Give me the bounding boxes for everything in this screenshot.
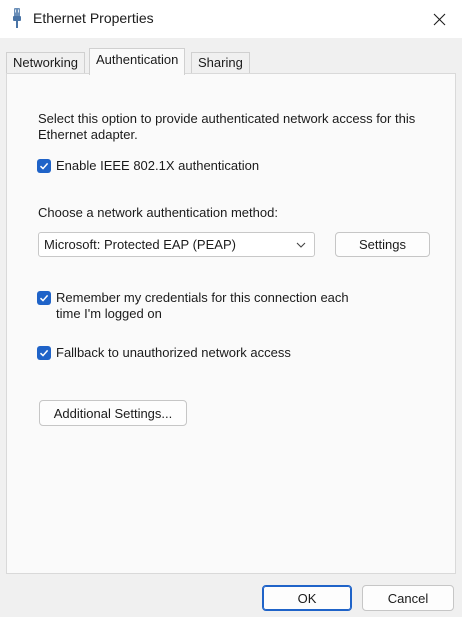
close-icon <box>433 13 445 25</box>
checkbox-checked[interactable] <box>37 346 51 360</box>
method-label: Choose a network authentication method: <box>38 205 278 220</box>
checkmark-icon <box>39 294 49 302</box>
ethernet-adapter-icon <box>13 8 21 28</box>
tab-authentication[interactable]: Authentication <box>89 48 186 75</box>
checkmark-icon <box>39 162 49 170</box>
description-text: Select this option to provide authentica… <box>38 111 416 142</box>
ok-button[interactable]: OK <box>262 585 352 611</box>
enable-8021x-label: Enable IEEE 802.1X authentication <box>56 158 260 173</box>
enable-8021x-checkbox[interactable]: Enable IEEE 802.1X authentication <box>37 158 259 174</box>
fallback-checkbox[interactable]: Fallback to unauthorized network access <box>37 345 291 361</box>
tab-sharing[interactable]: Sharing <box>191 52 250 74</box>
chevron-down-icon <box>296 242 306 248</box>
checkmark-icon <box>39 349 49 357</box>
settings-button[interactable]: Settings <box>335 232 430 257</box>
close-button[interactable] <box>416 0 462 38</box>
checkbox-checked[interactable] <box>37 291 51 305</box>
title-bar: Ethernet Properties <box>0 0 462 38</box>
checkbox-checked[interactable] <box>37 159 51 173</box>
window-title: Ethernet Properties <box>33 10 154 26</box>
auth-method-dropdown[interactable]: Microsoft: Protected EAP (PEAP) <box>38 232 315 257</box>
auth-method-value: Microsoft: Protected EAP (PEAP) <box>44 237 236 252</box>
authentication-panel <box>6 73 456 574</box>
remember-credentials-checkbox[interactable]: Remember my credentials for this connect… <box>37 290 377 322</box>
additional-settings-button[interactable]: Additional Settings... <box>39 400 187 426</box>
remember-credentials-label: Remember my credentials for this connect… <box>56 290 349 321</box>
fallback-label: Fallback to unauthorized network access <box>56 345 291 360</box>
cancel-button[interactable]: Cancel <box>362 585 454 611</box>
tab-networking[interactable]: Networking <box>6 52 86 74</box>
